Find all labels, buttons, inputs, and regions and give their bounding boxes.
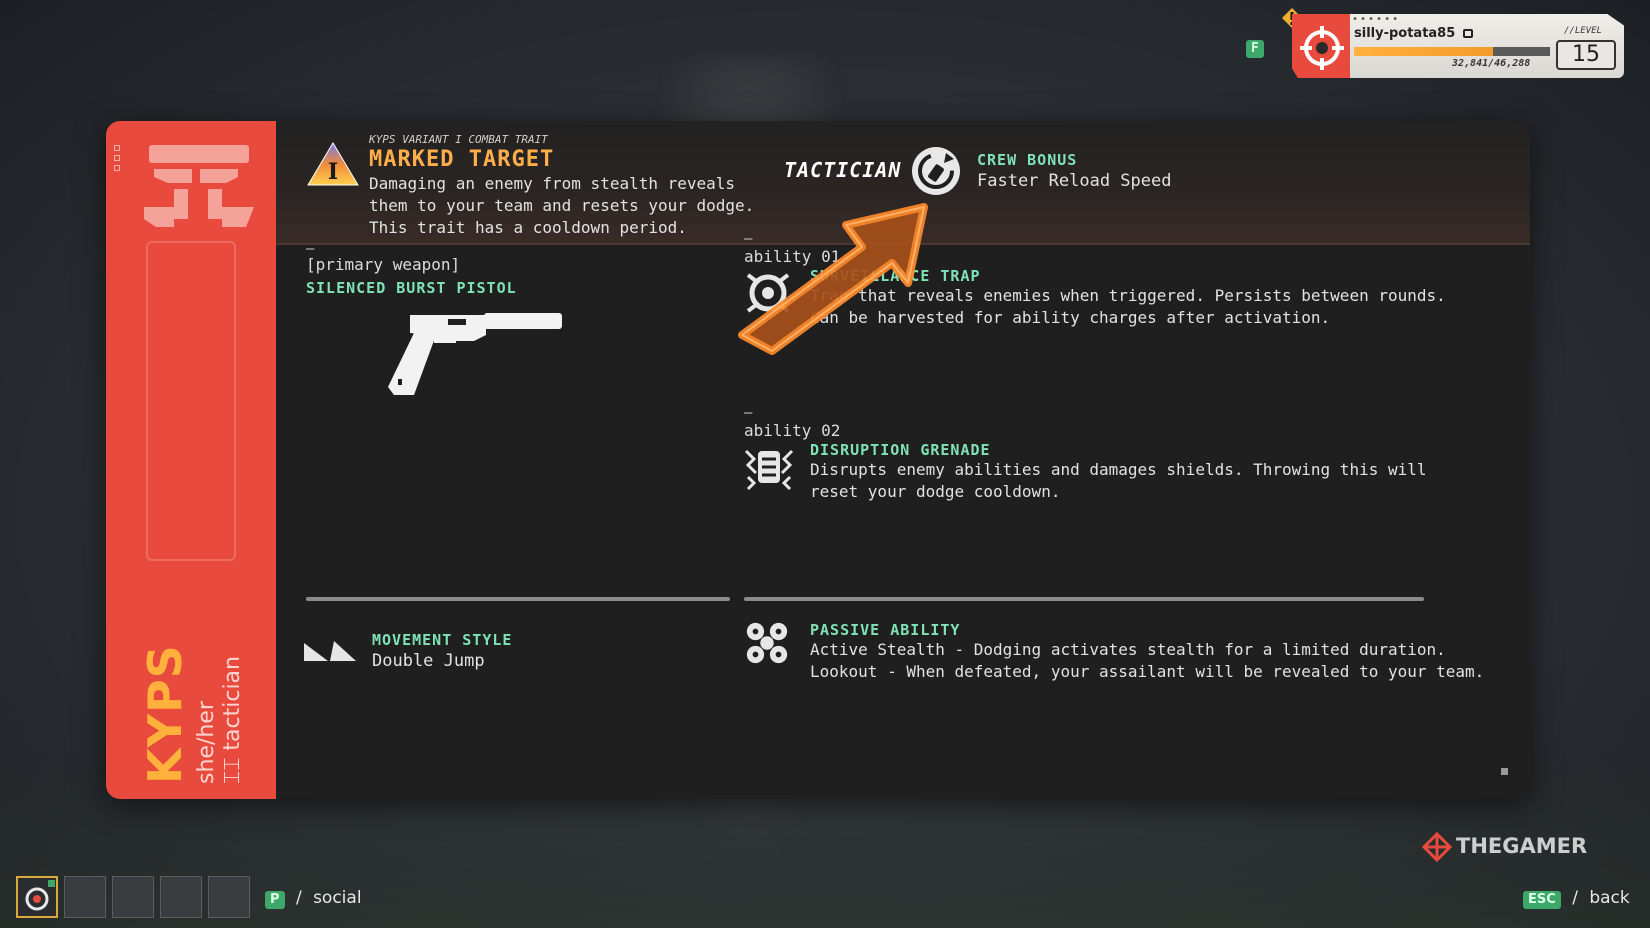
back-label: back: [1589, 888, 1630, 908]
character-role: ⌶⌶ tactician: [220, 656, 245, 784]
weapon-name: SILENCED BURST PISTOL: [306, 279, 517, 297]
background-blur: [18, 40, 278, 80]
watermark-text: THEGAMER: [1456, 834, 1588, 858]
character-name: KYPS: [138, 644, 192, 784]
crew-slot-5[interactable]: [208, 876, 250, 918]
platform-icon: [1462, 29, 1473, 38]
ability-2-description: Disrupts enemy abilities and damages shi…: [810, 460, 1427, 501]
trait-variant-label: KYPS VARIANT I COMBAT TRAIT: [369, 133, 548, 146]
role-label: tactician: [220, 656, 245, 751]
passive-ability-icon: [746, 622, 788, 664]
grenade-icon: [744, 449, 794, 491]
ability-2-title: DISRUPTION GRENADE: [810, 441, 991, 459]
passive-ability-line-2: Lookout - When defeated, your assailant …: [810, 662, 1485, 681]
player-emblem-icon: [1300, 26, 1344, 70]
crew-bonus-value: Faster Reload Speed: [977, 171, 1172, 191]
back-separator: /: [1572, 888, 1578, 908]
divider-left: [306, 597, 730, 601]
character-side-panel: KYPS she/her ⌶⌶ tactician: [106, 121, 276, 799]
trait-numeral: I: [328, 159, 338, 185]
double-jump-icon: [304, 641, 356, 661]
tactician-class-icon: [144, 145, 254, 227]
passive-ability-title: PASSIVE ABILITY: [810, 621, 961, 639]
divider-right: [744, 597, 1424, 601]
social-label: social: [313, 888, 362, 908]
player-avatar: [1292, 14, 1350, 78]
crew-slot-3[interactable]: [112, 876, 154, 918]
level-value: 15: [1556, 40, 1616, 70]
crew-slot-2[interactable]: [64, 876, 106, 918]
crew-class-label: TACTICIAN: [784, 158, 902, 182]
ability-2-dash: –: [744, 405, 753, 421]
level-label: //LEVEL: [1564, 26, 1602, 36]
trait-title: MARKED TARGET: [369, 147, 555, 172]
back-key: ESC: [1523, 891, 1561, 909]
side-decoration: [146, 241, 236, 561]
xp-text: 32,841/46,288: [1452, 58, 1531, 69]
f-hotkey[interactable]: F: [1246, 37, 1264, 58]
card-corner-marker: [1501, 768, 1508, 775]
role-glyph: ⌶⌶: [220, 757, 245, 784]
crew-slot-4[interactable]: [160, 876, 202, 918]
crew-bonus-title: CREW BONUS: [977, 151, 1078, 169]
player-username: silly-potata85: [1354, 26, 1473, 41]
movement-style-value: Double Jump: [372, 651, 485, 671]
crew-member-avatar-icon: [25, 880, 55, 911]
social-key: P: [265, 891, 285, 909]
player-card[interactable]: •••••• silly-potata85 32,841/46,288 //LE…: [1292, 14, 1624, 78]
trait-badge-icon: I: [307, 142, 359, 186]
xp-progress-bar: [1354, 47, 1550, 56]
ability-2-label: ability 02: [744, 421, 841, 440]
xp-progress-fill: [1354, 47, 1493, 56]
trait-description: Damaging an enemy from stealth reveals t…: [369, 174, 755, 237]
player-card-dots: ••••••: [1352, 14, 1401, 25]
movement-style-title: MOVEMENT STYLE: [372, 631, 513, 649]
weapon-slot-label: [primary weapon]: [306, 255, 461, 274]
passive-ability-line-1: Active Stealth - Dodging activates steal…: [810, 640, 1446, 659]
crew-slot-1[interactable]: [16, 876, 58, 918]
social-hotkey[interactable]: P / social: [265, 888, 362, 909]
annotation-arrow-icon: [738, 203, 928, 355]
pistol-icon: [388, 313, 562, 395]
social-separator: /: [295, 888, 302, 908]
side-dots: [114, 145, 120, 175]
thegamer-logo-icon: [1422, 832, 1452, 862]
back-hotkey[interactable]: ESC / back: [1523, 888, 1630, 909]
character-pronouns: she/her: [194, 701, 219, 784]
